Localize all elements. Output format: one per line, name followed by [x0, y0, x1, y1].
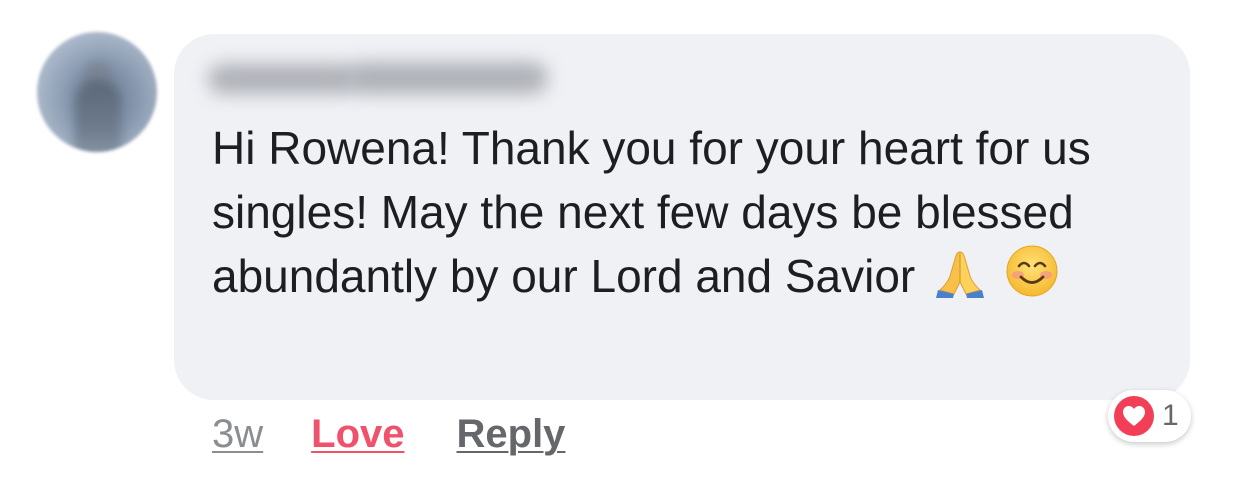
folded-hands-icon	[936, 251, 985, 298]
avatar-body-shape	[75, 80, 121, 152]
reply-button[interactable]: Reply	[457, 412, 566, 457]
comment-actions: 3w Love Reply	[212, 412, 565, 464]
comment: Hi Rowena! Thank you for your heart for …	[0, 0, 1242, 494]
love-button[interactable]: Love	[311, 412, 404, 457]
comment-bubble: Hi Rowena! Thank you for your heart for …	[174, 34, 1190, 400]
blur-redaction	[208, 64, 358, 94]
blur-redaction	[348, 62, 548, 94]
heart-icon	[1114, 396, 1154, 436]
smiling-face-icon	[1006, 245, 1058, 297]
reaction-summary[interactable]: 1	[1108, 390, 1191, 442]
comment-text-block: Hi Rowena! Thank you for your heart for …	[212, 116, 1172, 308]
timestamp[interactable]: 3w	[212, 412, 263, 457]
avatar[interactable]	[37, 32, 157, 152]
author-name-blurred[interactable]	[208, 58, 548, 100]
reaction-count: 1	[1162, 399, 1179, 432]
